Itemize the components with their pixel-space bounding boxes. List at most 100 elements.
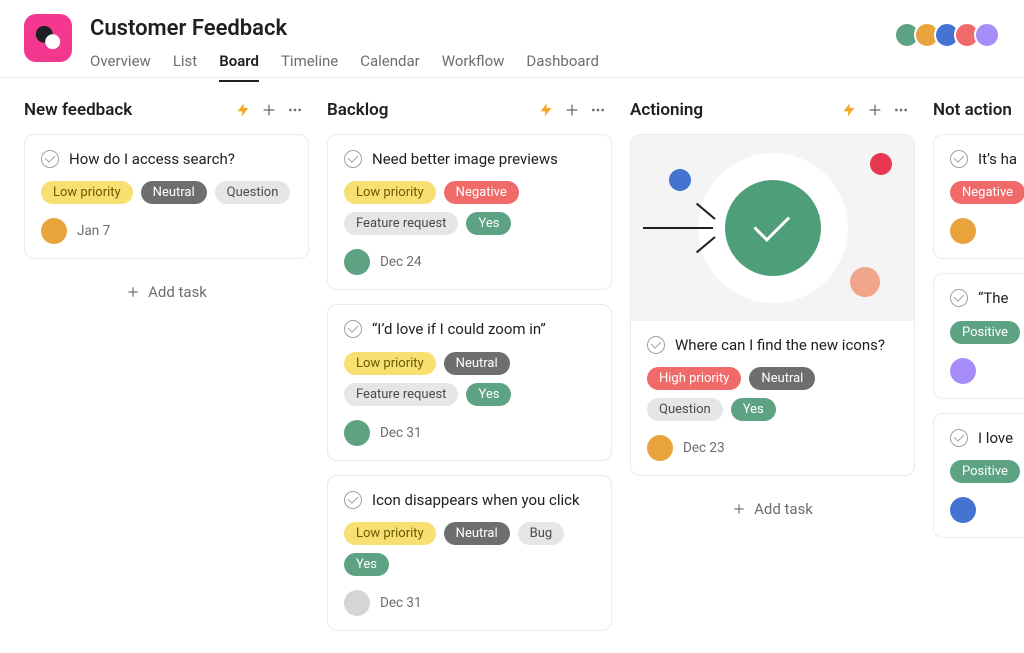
column-actioning: Actioning Where can I find the new icons… [630, 100, 915, 653]
card-tags: Low priority Negative Feature request Ye… [344, 181, 595, 235]
tab-workflow[interactable]: Workflow [442, 52, 505, 82]
avatar[interactable] [974, 22, 1000, 48]
plus-icon [732, 502, 746, 516]
assignee-avatar[interactable] [950, 497, 976, 523]
card-title: I love [978, 428, 1013, 448]
tab-overview[interactable]: Overview [90, 52, 151, 82]
column-not-action: Not action It’s ha Negative “The Positiv… [933, 100, 1024, 653]
arrow-icon [643, 227, 713, 229]
tag[interactable]: Neutral [444, 522, 510, 545]
complete-check-icon[interactable] [344, 150, 362, 168]
add-task-label: Add task [148, 283, 207, 301]
tag[interactable]: Neutral [444, 352, 510, 375]
task-card[interactable]: Need better image previews Low priority … [327, 134, 612, 290]
due-date: Dec 31 [380, 595, 422, 611]
column-title: Backlog [327, 100, 538, 120]
task-card[interactable]: How do I access search? Low priority Neu… [24, 134, 309, 259]
complete-check-icon[interactable] [950, 429, 968, 447]
complete-check-icon[interactable] [41, 150, 59, 168]
assignee-avatar[interactable] [41, 218, 67, 244]
tag[interactable]: Question [215, 181, 291, 204]
tab-board[interactable]: Board [219, 52, 259, 82]
tag[interactable]: Positive [950, 321, 1020, 344]
task-card[interactable]: “I’d love if I could zoom in” Low priori… [327, 304, 612, 460]
task-card[interactable]: It’s ha Negative [933, 134, 1024, 259]
tag[interactable]: Yes [466, 212, 511, 235]
more-icon[interactable] [893, 102, 909, 118]
column-actions [235, 102, 303, 118]
card-tags: Positive [950, 460, 1024, 483]
tag[interactable]: Negative [950, 181, 1024, 204]
column-actions [538, 102, 606, 118]
tag[interactable]: Feature request [344, 212, 458, 235]
card-tags: Low priority Neutral Feature request Yes [344, 352, 595, 406]
tag[interactable]: Feature request [344, 383, 458, 406]
tag[interactable]: Low priority [41, 181, 133, 204]
tag[interactable]: Low priority [344, 522, 436, 545]
tab-calendar[interactable]: Calendar [360, 52, 420, 82]
header-right [900, 14, 1000, 48]
tag[interactable]: Yes [344, 553, 389, 576]
assignee-avatar[interactable] [950, 218, 976, 244]
plus-icon [126, 285, 140, 299]
tag[interactable]: Positive [950, 460, 1020, 483]
project-icon [24, 14, 72, 62]
card-title: It’s ha [978, 149, 1017, 169]
assignee-avatar[interactable] [344, 249, 370, 275]
complete-check-icon[interactable] [950, 289, 968, 307]
member-avatars[interactable] [900, 22, 1000, 48]
task-card[interactable]: I love Positive [933, 413, 1024, 538]
checkmark-illustration-icon [725, 180, 821, 276]
assignee-avatar[interactable] [647, 435, 673, 461]
card-title: Need better image previews [372, 149, 558, 169]
bolt-icon[interactable] [235, 102, 251, 118]
card-title: How do I access search? [69, 149, 235, 169]
tag[interactable]: Bug [518, 522, 565, 545]
task-card[interactable]: “The Positive [933, 273, 1024, 398]
tab-dashboard[interactable]: Dashboard [526, 52, 599, 82]
complete-check-icon[interactable] [344, 320, 362, 338]
card-tags: Low priority Neutral Bug Yes [344, 522, 595, 576]
tag[interactable]: Yes [731, 398, 776, 421]
bolt-icon[interactable] [538, 102, 554, 118]
assignee-avatar[interactable] [344, 590, 370, 616]
assignee-avatar[interactable] [950, 358, 976, 384]
tag[interactable]: Neutral [141, 181, 207, 204]
add-task-button[interactable]: Add task [630, 490, 915, 528]
tag[interactable]: Low priority [344, 181, 436, 204]
column-header: Backlog [327, 100, 612, 120]
column-new-feedback: New feedback How do I access search? Low… [24, 100, 309, 653]
chat-bubbles-icon [33, 23, 63, 53]
add-task-button[interactable]: Add task [24, 273, 309, 311]
card-tags: Low priority Neutral Question [41, 181, 292, 204]
task-card[interactable]: Where can I find the new icons? High pri… [630, 134, 915, 476]
tabs: Overview List Board Timeline Calendar Wo… [90, 52, 900, 82]
column-header: New feedback [24, 100, 309, 120]
card-tags: Positive [950, 321, 1024, 344]
assignee-avatar[interactable] [344, 420, 370, 446]
more-icon[interactable] [590, 102, 606, 118]
tag[interactable]: Yes [466, 383, 511, 406]
due-date: Jan 7 [77, 223, 110, 239]
complete-check-icon[interactable] [950, 150, 968, 168]
plus-icon[interactable] [867, 102, 883, 118]
plus-icon[interactable] [261, 102, 277, 118]
tab-list[interactable]: List [173, 52, 197, 82]
complete-check-icon[interactable] [647, 336, 665, 354]
tab-timeline[interactable]: Timeline [281, 52, 338, 82]
board: New feedback How do I access search? Low… [0, 78, 1024, 653]
more-icon[interactable] [287, 102, 303, 118]
complete-check-icon[interactable] [344, 491, 362, 509]
column-actions [841, 102, 909, 118]
tag[interactable]: Low priority [344, 352, 436, 375]
card-tags: Negative [950, 181, 1024, 204]
due-date: Dec 24 [380, 254, 422, 270]
card-cover-image [631, 135, 914, 321]
tag[interactable]: High priority [647, 367, 741, 390]
bolt-icon[interactable] [841, 102, 857, 118]
tag[interactable]: Neutral [749, 367, 815, 390]
tag[interactable]: Negative [444, 181, 519, 204]
plus-icon[interactable] [564, 102, 580, 118]
tag[interactable]: Question [647, 398, 723, 421]
task-card[interactable]: Icon disappears when you click Low prior… [327, 475, 612, 631]
